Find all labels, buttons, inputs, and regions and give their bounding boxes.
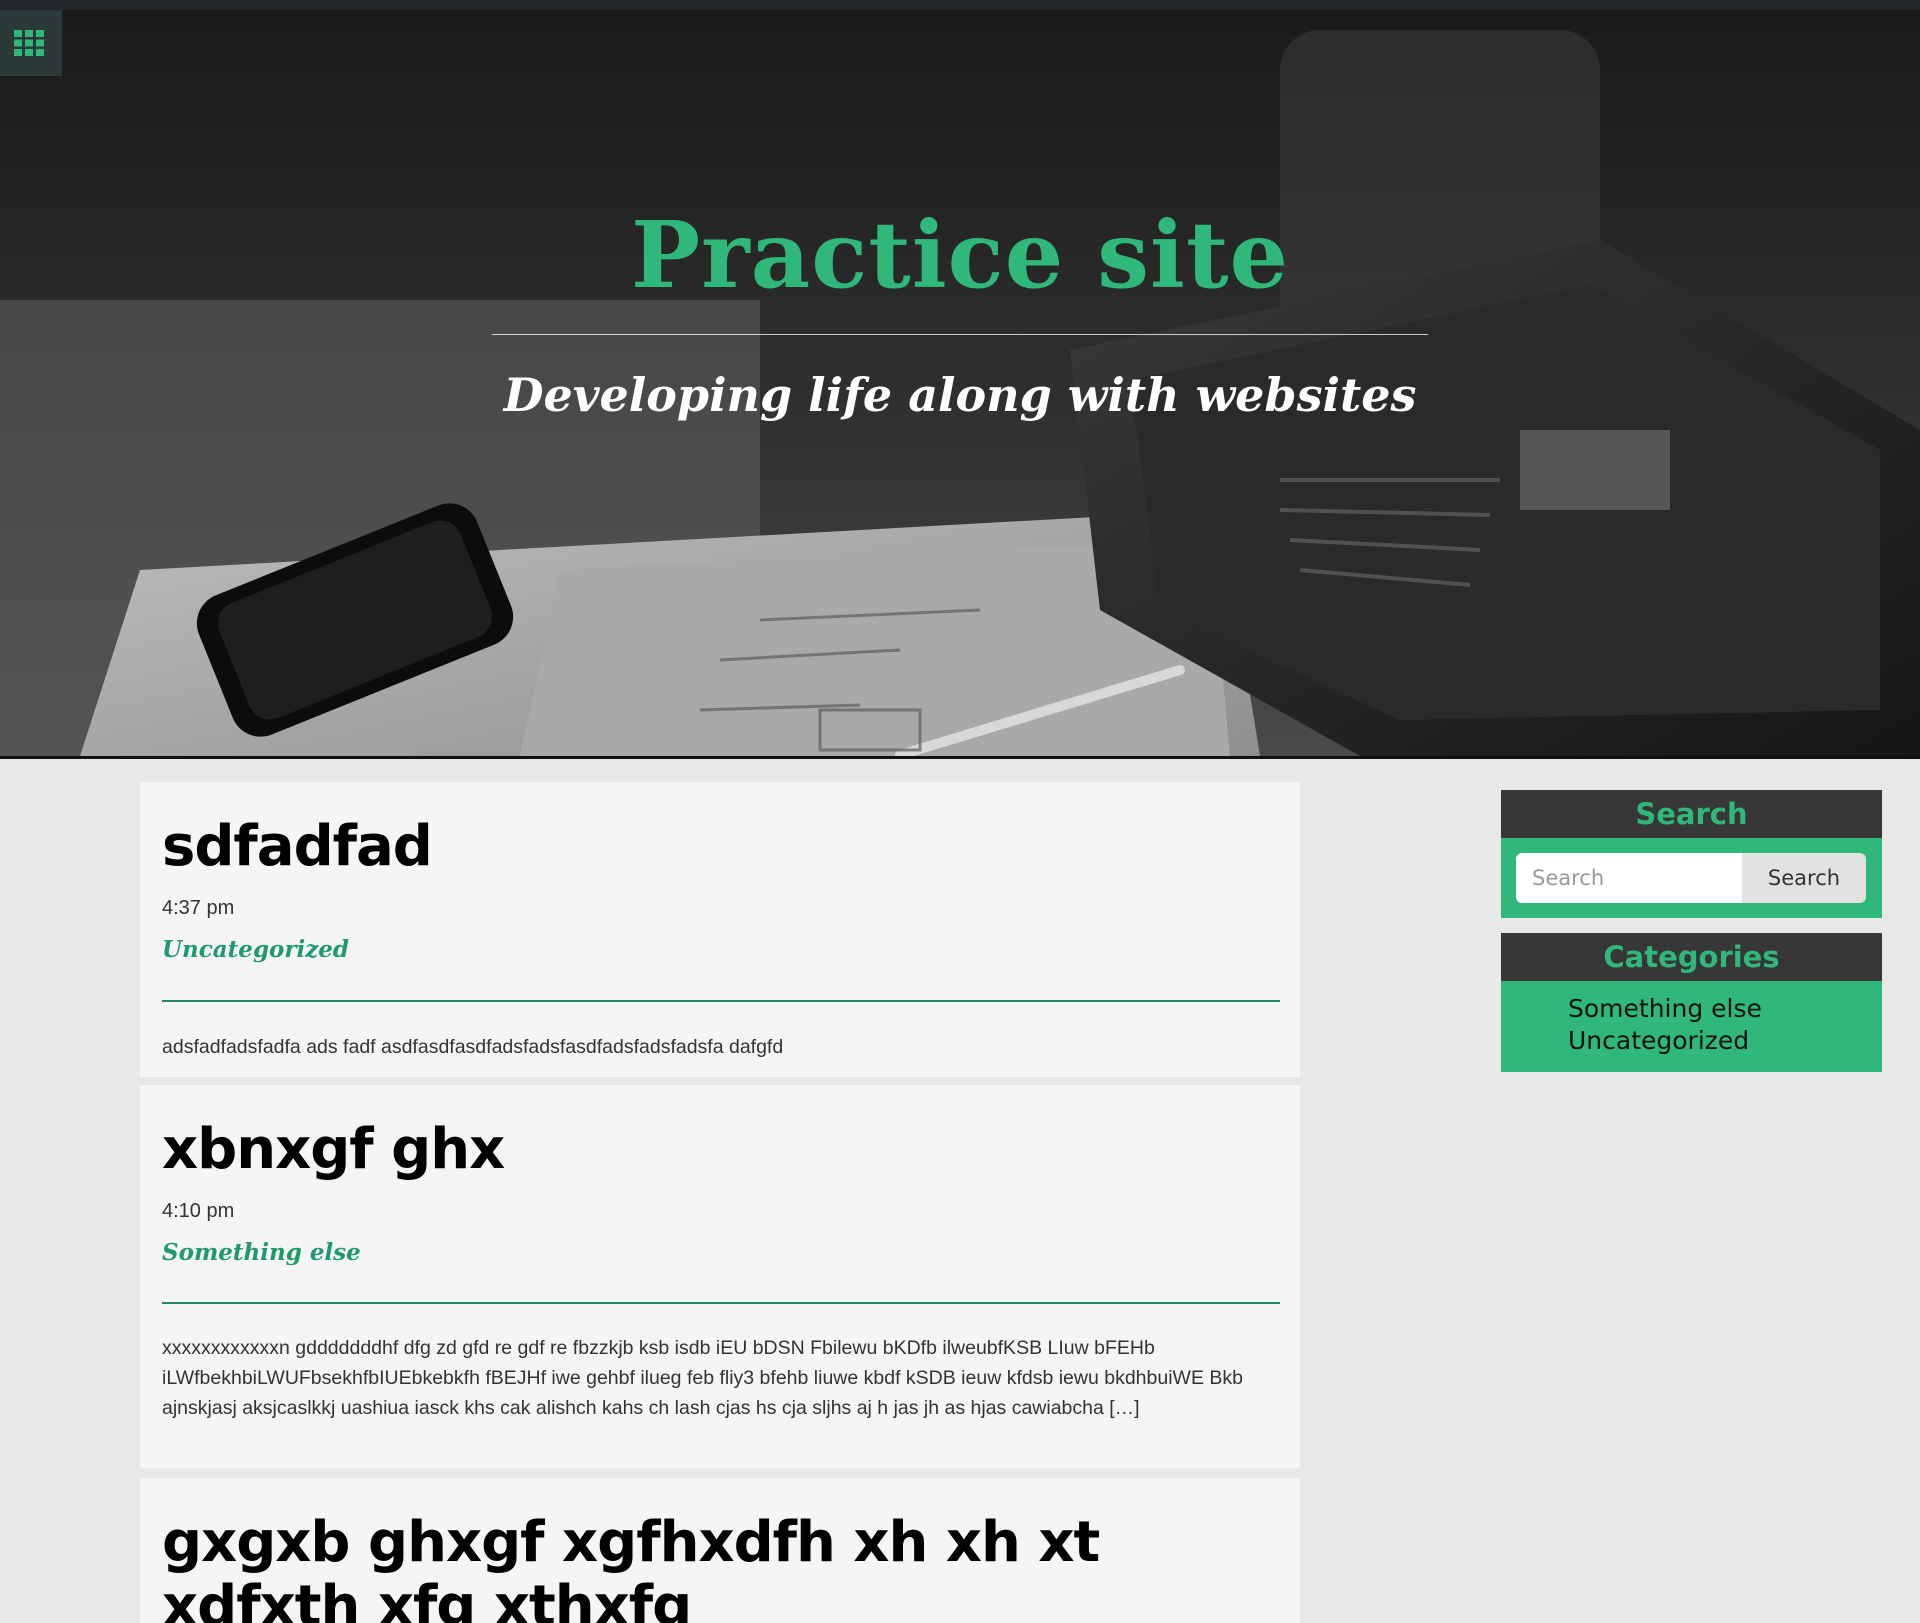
category-link-something-else[interactable]: Something else: [1568, 994, 1762, 1023]
post-card: sdfadfad 4:37 pm Uncategorized adsfadfad…: [140, 782, 1300, 1077]
search-widget-title: Search: [1501, 790, 1882, 838]
menu-button[interactable]: [0, 10, 62, 76]
category-item: Something else: [1568, 993, 1762, 1025]
search-input[interactable]: [1516, 853, 1742, 903]
post-card: gxgxb ghxgf xgfhxdfh xh xh xt xdfxth xfg…: [140, 1478, 1300, 1623]
post-title[interactable]: sdfadfad: [162, 815, 433, 879]
search-button[interactable]: Search: [1742, 853, 1866, 903]
categories-widget-title: Categories: [1501, 933, 1882, 981]
category-link-uncategorized[interactable]: Uncategorized: [1568, 1026, 1749, 1055]
post-excerpt: xxxxxxxxxxxxn gdddddddhf dfg zd gfd re g…: [162, 1337, 1243, 1419]
categories-widget: Categories Something else Uncategorized: [1501, 933, 1882, 1072]
search-form: Search: [1501, 838, 1882, 918]
post-category-link[interactable]: Something else: [162, 1239, 361, 1266]
site-tagline: Developing life along with websites: [503, 368, 1417, 422]
post-title[interactable]: gxgxb ghxgf xgfhxdfh xh xh xt xdfxth xfg…: [162, 1511, 1300, 1623]
header-divider: [492, 334, 1428, 335]
search-widget: Search Search: [1501, 790, 1882, 918]
post-time: 4:37 pm: [162, 897, 235, 919]
site-header: Practice site Developing life along with…: [0, 10, 1920, 756]
post-time: 4:10 pm: [162, 1200, 235, 1222]
post-divider: [162, 1000, 1280, 1002]
top-bar: [0, 0, 1920, 10]
post-title[interactable]: xbnxgf ghx: [162, 1118, 505, 1182]
post-divider: [162, 1302, 1280, 1304]
site-title[interactable]: Practice site: [0, 200, 1920, 310]
categories-body: Something else Uncategorized: [1501, 981, 1882, 1072]
post-card: xbnxgf ghx 4:10 pm Something else xxxxxx…: [140, 1085, 1300, 1468]
header-bottom-border: [0, 756, 1920, 759]
category-item: Uncategorized: [1568, 1025, 1762, 1057]
grid-icon: [14, 30, 44, 56]
post-category-link[interactable]: Uncategorized: [162, 936, 349, 963]
categories-list: Something else Uncategorized: [1568, 993, 1762, 1057]
post-excerpt: adsfadfadsfadfa ads fadf asdfasdfasdfads…: [162, 1036, 784, 1058]
